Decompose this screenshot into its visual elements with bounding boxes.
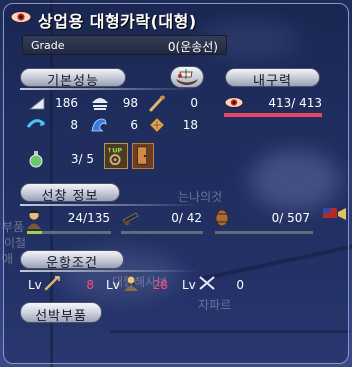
- crew-bar: [26, 230, 112, 235]
- battle-lv-label: Lv: [182, 278, 196, 292]
- svg-text:↑UP: ↑UP: [107, 146, 123, 154]
- ship-view-icon[interactable]: [170, 66, 204, 88]
- battle-lv-icon: [199, 276, 215, 290]
- armor-icon: [149, 117, 165, 133]
- cargo-value: 0/ 507: [271, 211, 310, 225]
- crew-bar-fill: [27, 231, 43, 234]
- cannon-bar: [120, 230, 204, 235]
- section-cabin-info: 선창 정보: [20, 183, 120, 204]
- trade-lv-value: 28: [152, 278, 168, 292]
- durability-eye-icon: [224, 97, 244, 108]
- section-basic-performance-label: 기본성능: [47, 74, 99, 89]
- flag-icon: [323, 208, 346, 220]
- eye-icon: [10, 11, 32, 23]
- section-cabin-info-label: 선창 정보: [41, 189, 99, 204]
- cannon-icon: [122, 212, 139, 226]
- upgrade-icon[interactable]: ↑UP: [104, 143, 128, 169]
- ship-parts-button[interactable]: 선박부품: [20, 302, 102, 324]
- section-sailing-conditions-label: 운항조건: [46, 256, 98, 271]
- adventure-lv-value: 8: [86, 278, 94, 292]
- armor-value: 18: [182, 118, 198, 132]
- hull-icon: [92, 98, 108, 110]
- crew-slots-value: 3/ 5: [70, 152, 94, 166]
- title-bar[interactable]: 상업용 대형카락(대형): [0, 0, 352, 31]
- wave-icon: [91, 118, 107, 132]
- grade-value: 0(운송선): [167, 40, 218, 54]
- durability-bar: [224, 113, 322, 117]
- section-basic-performance: 기본성능: [20, 68, 126, 89]
- cannon-value: 0/ 42: [171, 211, 202, 225]
- oar-icon: [149, 95, 165, 112]
- section-divider: [20, 270, 200, 272]
- grade-box: Grade 0(운송선): [22, 35, 227, 55]
- sail-icon: [28, 97, 45, 110]
- ship-parts-button-label: 선박부품: [35, 309, 87, 324]
- trade-lv-label: Lv: [106, 278, 120, 292]
- cargo-bar: [214, 230, 314, 235]
- crew-value: 24/135: [67, 211, 110, 225]
- trade-lv-icon: [124, 275, 138, 291]
- adventure-lv-icon: [44, 276, 60, 291]
- section-sailing-conditions: 운항조건: [20, 250, 124, 271]
- section-durability: 내구력: [225, 68, 320, 89]
- oar-value: 0: [190, 96, 198, 110]
- wave-value: 6: [130, 118, 138, 132]
- hull-value: 98: [122, 96, 138, 110]
- adventure-lv-label: Lv: [28, 278, 42, 292]
- crew-potion-icon: [29, 151, 43, 168]
- durability-bar-fill: [224, 113, 322, 117]
- durability-value: 413/ 413: [268, 96, 322, 110]
- door-icon[interactable]: [132, 143, 154, 169]
- cargo-barrel-icon: [215, 209, 229, 227]
- section-divider: [20, 204, 200, 206]
- battle-lv-value: 0: [236, 278, 244, 292]
- grade-label: Grade: [31, 39, 65, 52]
- section-durability-label: 내구력: [253, 74, 292, 89]
- section-divider: [20, 88, 200, 90]
- window-title: 상업용 대형카락(대형): [38, 12, 197, 31]
- sail-value: 186: [55, 96, 78, 110]
- turn-value: 8: [70, 118, 78, 132]
- turn-icon: [26, 119, 46, 128]
- sailor-icon: [27, 209, 41, 229]
